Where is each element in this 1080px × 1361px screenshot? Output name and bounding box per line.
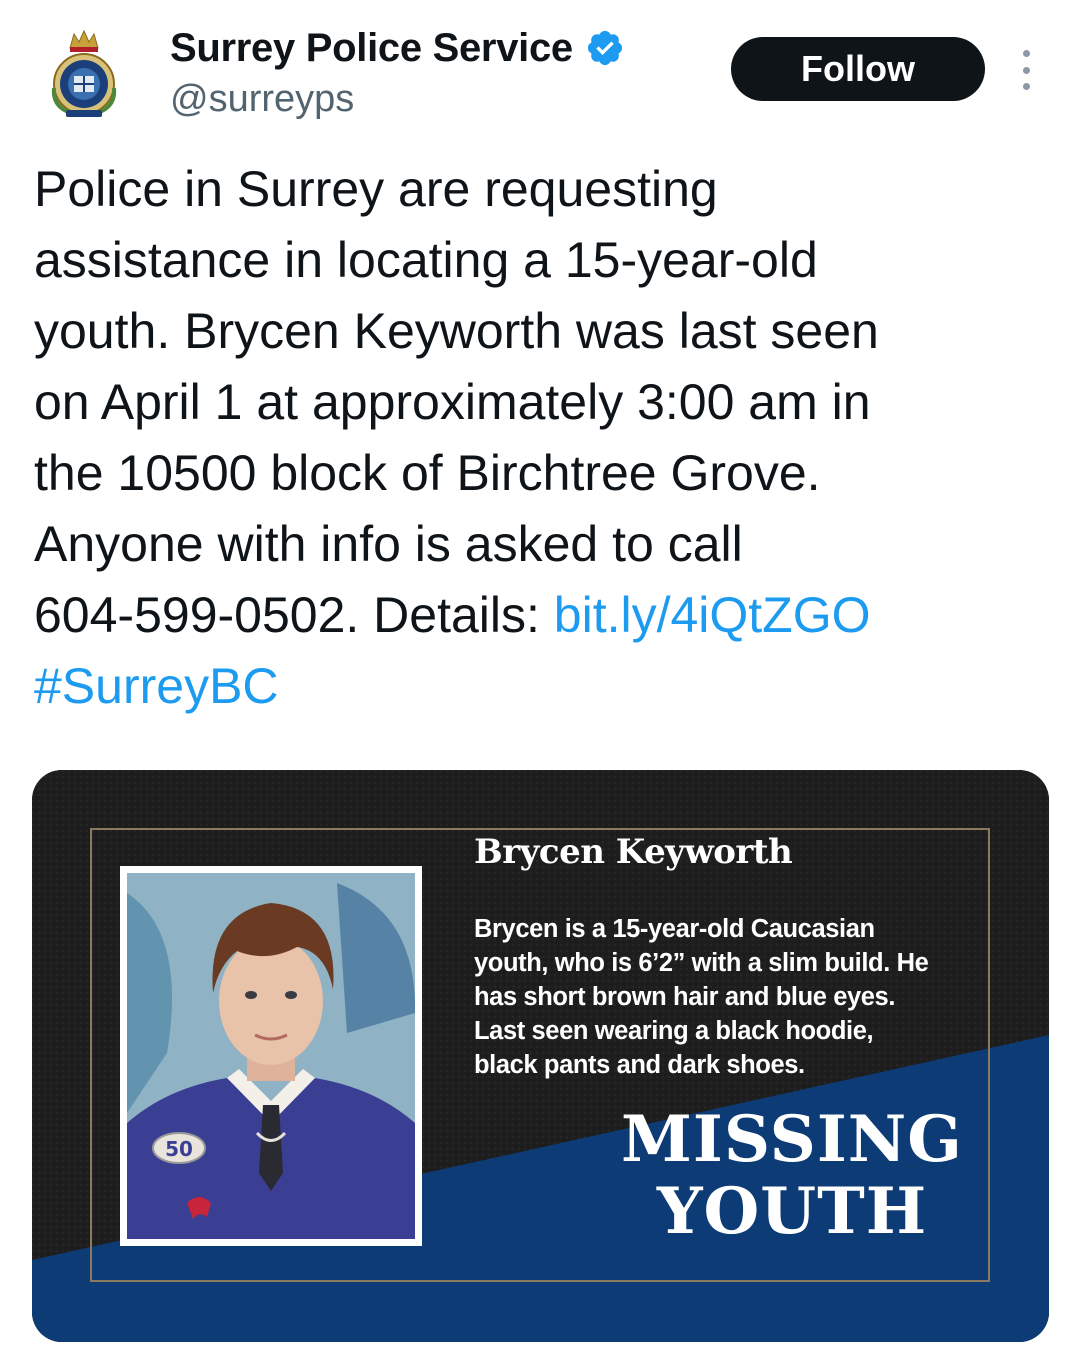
verified-badge-icon: [587, 30, 622, 66]
tweet-line: assistance in locating a 15-year-old: [34, 232, 818, 288]
tweet-text: Police in Surrey are requesting assistan…: [34, 154, 1044, 722]
tweet-line: Police in Surrey are requesting: [34, 161, 718, 217]
youth-portrait-image: 50: [127, 873, 415, 1239]
details-link[interactable]: bit.ly/4iQtZGO: [554, 587, 871, 643]
headline-line: MISSING: [621, 1102, 963, 1177]
poster-name: Brycen Keyworth: [474, 832, 793, 872]
poster-description-line: has short brown hair and blue eyes.: [474, 983, 896, 1011]
follow-button[interactable]: Follow: [731, 37, 985, 101]
tweet-line: Anyone with info is asked to call: [34, 516, 743, 572]
tweet-line-with-link: 604-599-0502. Details: bit.ly/4iQtZGO: [34, 580, 1044, 651]
avatar[interactable]: [44, 28, 124, 120]
tweet-line: on April 1 at approximately 3:00 am in: [34, 374, 871, 430]
youth-photo: 50: [120, 866, 422, 1246]
poster-description: Brycen is a 15-year-old Caucasian youth,…: [474, 912, 994, 1082]
tweet-text-segment: 604-599-0502. Details:: [34, 587, 554, 643]
tweet-line: the 10500 block of Birchtree Grove.: [34, 445, 821, 501]
poster-description-line: Last seen wearing a black hoodie,: [474, 1017, 874, 1045]
author-name[interactable]: Surrey Police Service: [170, 26, 573, 71]
tweet-media-image[interactable]: 50 Brycen Keyworth Brycen is a 15-year-o…: [32, 770, 1049, 1342]
more-dot: [1022, 66, 1030, 74]
jersey-number: 50: [165, 1137, 193, 1161]
more-dot: [1022, 50, 1030, 57]
author-handle[interactable]: @surreyps: [170, 78, 354, 121]
poster-description-line: Brycen is a 15-year-old Caucasian: [474, 915, 875, 943]
poster-description-line: black pants and dark shoes.: [474, 1051, 805, 1079]
headline-line: YOUTH: [656, 1174, 928, 1249]
tweet-line: youth. Brycen Keyworth was last seen: [34, 303, 879, 359]
author-row: Surrey Police Service: [170, 24, 625, 72]
more-dot: [1022, 83, 1030, 90]
hashtag-link[interactable]: #SurreyBC: [34, 651, 1044, 722]
police-crest-icon: [51, 29, 117, 117]
missing-youth-headline: MISSING YOUTH: [592, 1104, 992, 1248]
poster-description-line: youth, who is 6’2” with a slim build. He: [474, 949, 929, 977]
more-options-icon[interactable]: [1013, 50, 1039, 90]
